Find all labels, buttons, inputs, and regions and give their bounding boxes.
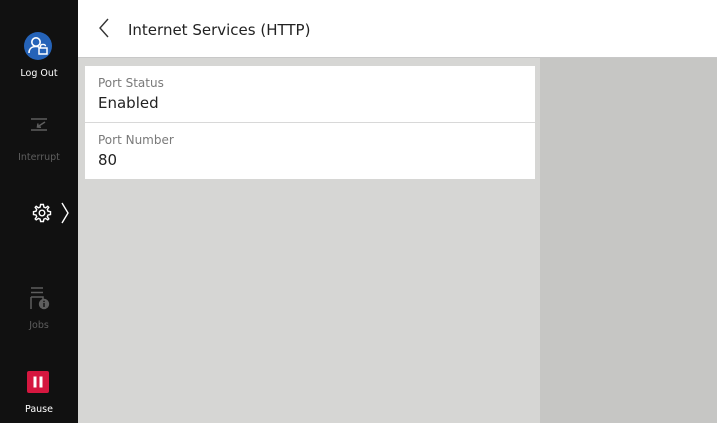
port-status-label: Port Status (98, 76, 164, 90)
port-status-value: Enabled (98, 94, 159, 112)
detail-pane (540, 58, 717, 423)
left-sidebar: Log Out Interrupt Jobs Pause (0, 0, 78, 423)
jobs-icon (30, 287, 50, 310)
port-number-value: 80 (98, 151, 118, 169)
jobs-label: Jobs (29, 320, 49, 331)
port-status-row[interactable]: Port Status Enabled (85, 66, 535, 122)
pause-label: Pause (25, 404, 53, 415)
settings-panel: Port Status Enabled Port Number 80 (78, 58, 540, 423)
back-button[interactable] (93, 16, 117, 40)
chevron-left-icon (99, 18, 109, 38)
port-number-row[interactable]: Port Number 80 (85, 123, 535, 179)
chevron-right-icon (61, 202, 69, 224)
user-logout-icon (24, 32, 52, 60)
pause-icon (27, 371, 49, 393)
logout-label: Log Out (20, 68, 58, 79)
page-header: Internet Services (HTTP) (78, 0, 717, 58)
interrupt-label: Interrupt (18, 152, 60, 163)
interrupt-icon (31, 118, 47, 131)
port-number-label: Port Number (98, 133, 174, 147)
page-title: Internet Services (HTTP) (128, 21, 311, 39)
gear-icon (32, 203, 52, 223)
